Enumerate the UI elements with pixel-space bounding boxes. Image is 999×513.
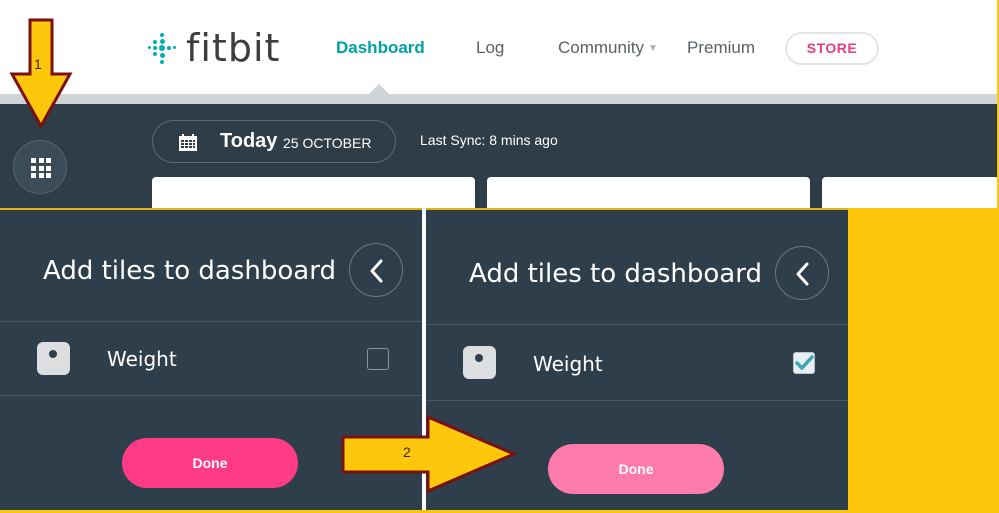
back-button[interactable]: [775, 246, 829, 300]
logo-text: fitbit: [186, 26, 281, 70]
date-selector[interactable]: Today 25 OCTOBER: [152, 120, 396, 163]
dashboard-tile[interactable]: [487, 177, 810, 208]
divider: [426, 400, 848, 401]
add-tiles-grid-button[interactable]: [13, 140, 67, 194]
dashboard-tile[interactable]: [152, 177, 475, 208]
nav-divider: [0, 94, 999, 104]
nav-premium-link[interactable]: Premium: [687, 38, 755, 58]
last-sync-status: Last Sync: 8 mins ago: [420, 132, 558, 148]
nav-dashboard-link[interactable]: Dashboard: [336, 38, 425, 58]
calendar-icon: [179, 134, 197, 151]
dashboard-tile[interactable]: [822, 177, 999, 208]
done-button[interactable]: Done: [548, 444, 724, 494]
divider: [426, 324, 848, 325]
nav-community-label: Community: [558, 38, 644, 57]
back-button[interactable]: [349, 243, 403, 297]
weight-checkbox[interactable]: [367, 348, 389, 370]
active-nav-pointer: [368, 84, 390, 95]
divider: [0, 321, 422, 322]
yellow-background: [848, 208, 999, 513]
done-button[interactable]: Done: [122, 438, 298, 488]
nav-log-link[interactable]: Log: [476, 38, 504, 58]
annotation-step-2: 2: [403, 444, 411, 460]
weight-scale-icon: [463, 346, 496, 379]
weight-tile-label: Weight: [107, 347, 177, 371]
panel-title: Add tiles to dashboard: [469, 259, 762, 289]
fitbit-logo-dots-icon: [148, 33, 176, 64]
chevron-left-icon: [370, 259, 383, 283]
chevron-left-icon: [796, 262, 809, 286]
panel-title: Add tiles to dashboard: [43, 256, 336, 286]
divider: [0, 395, 422, 396]
weight-checkbox-checked[interactable]: [793, 352, 815, 374]
grid-icon: [31, 158, 51, 178]
weight-scale-icon: [37, 342, 70, 375]
checkmark-icon: [795, 355, 814, 370]
fitbit-logo[interactable]: fitbit: [148, 26, 280, 70]
annotation-arrow-right-icon: [341, 414, 518, 494]
date-label: 25 OCTOBER: [283, 135, 372, 151]
annotation-step-1: 1: [34, 56, 42, 72]
weight-tile-label: Weight: [533, 352, 603, 376]
store-button[interactable]: STORE: [785, 32, 879, 65]
chevron-down-icon: ▼: [647, 43, 658, 55]
today-label: Today: [220, 130, 278, 152]
nav-community-link[interactable]: Community ▼: [558, 38, 658, 58]
annotation-arrow-down-icon: [9, 18, 73, 130]
top-nav: fitbit Dashboard Log Community ▼ Premium …: [0, 0, 999, 95]
